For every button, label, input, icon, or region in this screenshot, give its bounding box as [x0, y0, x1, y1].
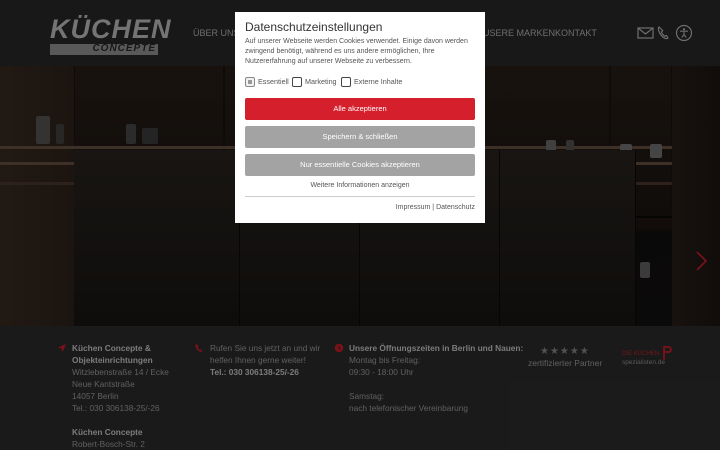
dialog-description: Auf unserer Webseite werden Cookies verw…: [245, 38, 468, 65]
more-info-link[interactable]: Weitere Informationen anzeigen: [245, 181, 475, 191]
impressum-link[interactable]: Impressum: [396, 204, 431, 211]
accept-essential-only-button[interactable]: Nur essentielle Cookies akzeptieren: [245, 154, 475, 176]
cookie-consent-dialog: Datenschutzeinstellungen Auf unserer Web…: [235, 12, 485, 223]
datenschutz-link[interactable]: Datenschutz: [436, 204, 475, 211]
checkbox-box-checked[interactable]: [245, 77, 255, 87]
checkbox-label: Externe Inhalte: [354, 77, 403, 86]
checkbox-label: Essentiell: [258, 77, 289, 86]
checkbox-box[interactable]: [341, 77, 351, 87]
checkbox-label: Marketing: [305, 77, 337, 86]
save-and-close-button[interactable]: Speichern & schließen: [245, 126, 475, 148]
checkbox-box[interactable]: [292, 77, 302, 87]
page: KÜCHEN CONCEPTE ÜBER UNS USERE MARKEN | …: [0, 0, 720, 450]
link-separator: |: [432, 204, 435, 211]
dialog-title: Datenschutzeinstellungen: [245, 20, 383, 34]
accept-all-button[interactable]: Alle akzeptieren: [245, 98, 475, 120]
dialog-divider: [245, 196, 475, 197]
dialog-footer-links: Impressum | Datenschutz: [396, 203, 475, 213]
